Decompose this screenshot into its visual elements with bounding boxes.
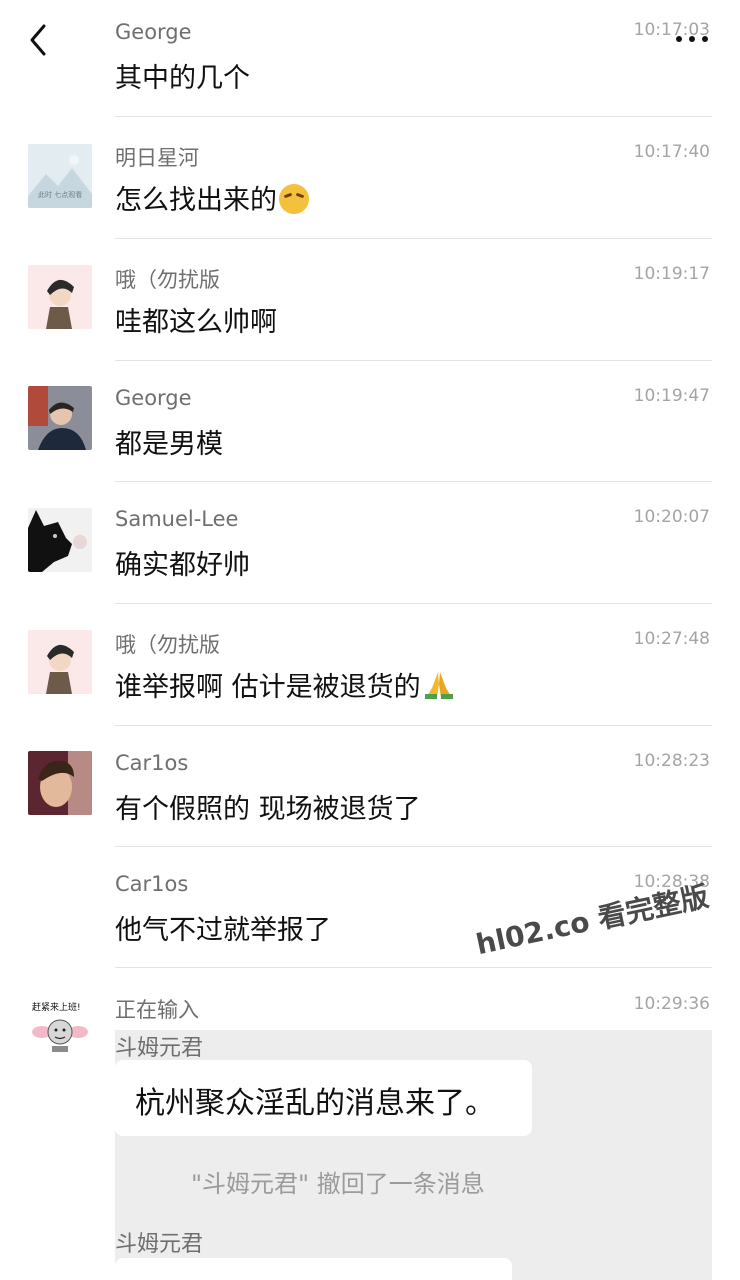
sticker-caption: 赶紧来上班!: [32, 1003, 81, 1013]
cartoon-boy-icon: [28, 630, 92, 694]
divider: [115, 360, 712, 361]
message-text: 谁举报啊 估计是被退货的: [115, 665, 455, 704]
avatar[interactable]: [28, 508, 92, 572]
message-time: 10:29:36: [633, 994, 710, 1014]
photo-man-icon: [28, 751, 92, 815]
divider: [115, 725, 712, 726]
sender-name: 明日星河: [115, 146, 199, 170]
message-row[interactable]: 哦（勿扰版 10:27:48 谁举报啊 估计是被退货的: [0, 607, 740, 728]
divider: [115, 481, 712, 482]
cartoon-boy-icon: [28, 265, 92, 329]
sender-name: 正在输入: [115, 998, 199, 1022]
sender-name: 哦（勿扰版: [115, 268, 220, 292]
avatar[interactable]: [28, 751, 92, 815]
message-row[interactable]: George 10:17:03 其中的几个: [0, 0, 740, 121]
message-time: 10:17:03: [633, 20, 710, 40]
screenshot-sender-name: 斗姆元君: [115, 1232, 204, 1257]
sender-name: Car1os: [115, 751, 189, 775]
message-time: 10:20:07: [633, 507, 710, 527]
message-time: 10:27:48: [633, 629, 710, 649]
screenshot-recall-notice: "斗姆元君" 撤回了一条消息: [191, 1170, 485, 1198]
message-time: 10:19:47: [633, 386, 710, 406]
sender-name: George: [115, 386, 192, 410]
message-row[interactable]: Car1os 10:28:23 有个假照的 现场被退货了: [0, 729, 740, 850]
message-text-content: 怎么找出来的: [115, 185, 277, 216]
screenshot-message-bubble: 杭州聚众淫乱的消息来了。: [115, 1060, 532, 1136]
black-cat-icon: [28, 508, 92, 572]
folded-hands-emoji-icon: [424, 672, 453, 699]
screenshot-message-bubble: [115, 1258, 512, 1280]
divider: [115, 238, 712, 239]
message-text: 都是男模: [115, 429, 223, 460]
laughing-crying-emoji-icon: [279, 184, 309, 214]
message-text: 其中的几个: [115, 63, 250, 94]
message-row[interactable]: 此时 七点观看 明日星河 10:17:40 怎么找出来的: [0, 121, 740, 242]
screenshot-message-text: 杭州聚众淫乱的消息来了。: [135, 1086, 495, 1121]
avatar[interactable]: 此时 七点观看: [28, 144, 92, 208]
message-text: 怎么找出来的: [115, 178, 309, 217]
avatar[interactable]: [28, 630, 92, 694]
message-text: 哇都这么帅啊: [115, 307, 277, 338]
message-time: 10:28:23: [633, 751, 710, 771]
message-row[interactable]: Samuel-Lee 10:20:07 确实都好帅: [0, 486, 740, 607]
avatar[interactable]: [28, 386, 92, 450]
message-row[interactable]: George 10:19:47 都是男模: [0, 364, 740, 485]
divider: [115, 967, 712, 968]
message-row[interactable]: 哦（勿扰版 10:19:17 哇都这么帅啊: [0, 243, 740, 364]
message-text-content: 谁举报啊 估计是被退货的: [115, 672, 421, 703]
divider: [115, 116, 712, 117]
divider: [115, 603, 712, 604]
divider: [115, 846, 712, 847]
sender-name: Car1os: [115, 872, 189, 896]
message-text: 确实都好帅: [115, 550, 250, 581]
message-text: 有个假照的 现场被退货了: [115, 794, 421, 825]
message-time: 10:17:40: [633, 142, 710, 162]
screenshot-sender-name: 斗姆元君: [115, 1036, 204, 1061]
avatar-caption: 此时 七点观看: [38, 191, 83, 199]
message-text: 他气不过就举报了: [115, 915, 331, 946]
message-time: 10:19:17: [633, 264, 710, 284]
attached-screenshot-image[interactable]: 斗姆元君 杭州聚众淫乱的消息来了。 "斗姆元君" 撤回了一条消息 斗姆元君: [115, 1030, 712, 1280]
sender-name: George: [115, 20, 192, 44]
avatar[interactable]: 赶紧来上班!: [28, 994, 92, 1058]
sender-name: 哦（勿扰版: [115, 633, 220, 657]
avatar[interactable]: [28, 265, 92, 329]
photo-man-icon: [28, 386, 92, 450]
sender-name: Samuel-Lee: [115, 507, 239, 531]
